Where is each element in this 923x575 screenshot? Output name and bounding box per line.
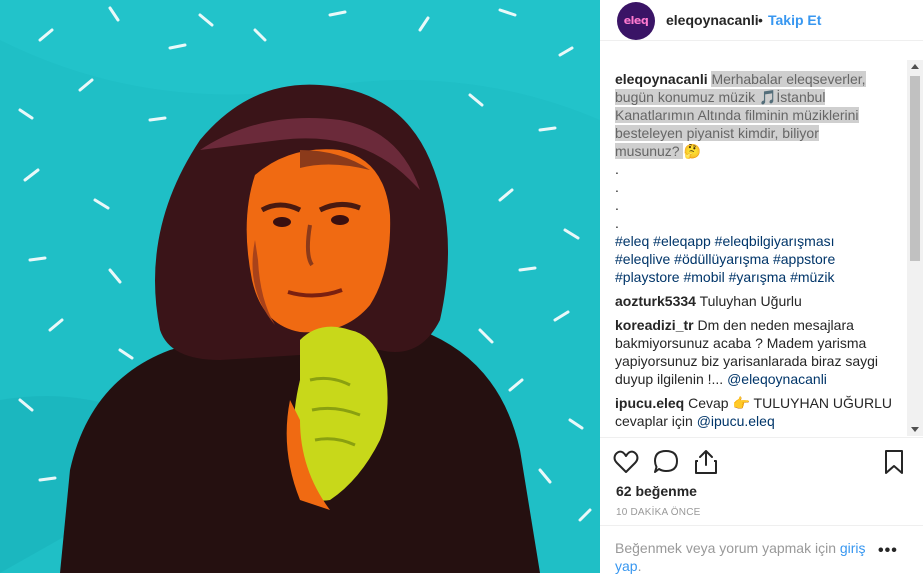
heart-icon[interactable]: [612, 448, 640, 476]
comments-list[interactable]: eleqoynacanli Merhabalar eleqseverler, b…: [615, 70, 905, 435]
login-prompt: Beğenmek veya yorum yapmak için giriş ya…: [615, 539, 875, 575]
caption-text-line1: Merhabalar eleqseverler,: [711, 71, 866, 87]
post-timestamp: 10 DAKİKA ÖNCE: [616, 507, 701, 518]
music-notes-icon: 🎵: [758, 89, 777, 105]
comments-scrollbar[interactable]: [907, 60, 923, 436]
hashtag-link[interactable]: #müzik: [790, 269, 834, 285]
comment-item: aozturk5334 Tuluyhan Uğurlu: [615, 292, 905, 310]
post-image[interactable]: [0, 0, 600, 573]
caption-text-line2: bugün konumuz müzik: [615, 89, 759, 105]
post-illustration: [0, 0, 600, 573]
hashtag-link[interactable]: #eleqbilgiyarışması: [715, 233, 835, 249]
more-options-icon[interactable]: •••: [878, 542, 898, 560]
hashtag-link[interactable]: #ödüllüyarışma: [674, 251, 769, 267]
avatar[interactable]: eleq: [617, 2, 655, 40]
caption-text-line5: musunuz?: [615, 143, 684, 159]
caption-dots: . . . .: [615, 160, 905, 232]
caption-username[interactable]: eleqoynacanli: [615, 71, 708, 87]
scrollbar-thumb[interactable]: [910, 76, 920, 261]
caption-dot: .: [615, 179, 619, 195]
login-prompt-period: .: [637, 558, 642, 574]
pointing-hand-icon: 👉: [732, 395, 750, 411]
hashtag-link[interactable]: #eleqlive: [615, 251, 670, 267]
scroll-up-arrow-icon[interactable]: [911, 64, 919, 69]
caption-text-line3: Kanatlarımın Altında filminin müziklerin…: [615, 107, 859, 123]
comment-username[interactable]: aozturk5334: [615, 293, 696, 309]
login-prompt-text: Beğenmek veya yorum yapmak için: [615, 540, 840, 556]
hashtag-link[interactable]: #appstore: [773, 251, 835, 267]
post-sidebar: eleq eleqoynacanli • Takip Et eleqoynaca…: [600, 0, 923, 574]
header-username[interactable]: eleqoynacanli: [666, 12, 759, 28]
follow-button[interactable]: Takip Et: [768, 12, 821, 28]
caption-text-line4: besteleyen piyanist kimdir, biliyor: [615, 125, 819, 141]
comment-username[interactable]: ipucu.eleq: [615, 395, 684, 411]
bookmark-icon[interactable]: [880, 448, 908, 476]
header-separator: •: [758, 12, 763, 28]
mention-link[interactable]: @ipucu.eleq: [697, 413, 775, 429]
caption-text-line2b: İstanbul: [776, 89, 826, 105]
likes-count[interactable]: 62 beğenme: [616, 483, 697, 499]
hashtag-link[interactable]: #yarışma: [729, 269, 787, 285]
scroll-down-arrow-icon[interactable]: [911, 427, 919, 432]
caption-dot: .: [615, 215, 619, 231]
comment-item: koreadizi_tr Dm den neden mesajlara bakm…: [615, 316, 905, 388]
caption-dot: .: [615, 161, 619, 177]
comment-text: Tuluyhan Uğurlu: [699, 293, 802, 309]
avatar-logo-text: eleq: [623, 14, 649, 27]
comment-username[interactable]: koreadizi_tr: [615, 317, 694, 333]
caption: eleqoynacanli Merhabalar eleqseverler, b…: [615, 70, 905, 286]
comment-footer: Beğenmek veya yorum yapmak için giriş ya…: [600, 525, 923, 574]
comment-text: Cevap: [688, 395, 733, 411]
action-bar: [600, 437, 923, 486]
comment-item: ipucu.eleq Cevap 👉 TULUYHAN UĞURLU cevap…: [615, 394, 905, 430]
caption-dot: .: [615, 197, 619, 213]
hashtag-link[interactable]: #eleqapp: [653, 233, 711, 249]
share-icon[interactable]: [692, 448, 720, 476]
thinking-face-icon: 🤔: [683, 143, 701, 159]
hashtag-link[interactable]: #eleq: [615, 233, 649, 249]
hashtag-link[interactable]: #playstore: [615, 269, 680, 285]
hashtag-link[interactable]: #mobil: [683, 269, 724, 285]
post-header: eleq eleqoynacanli • Takip Et: [600, 0, 923, 41]
comment-icon[interactable]: [652, 448, 680, 476]
mention-link[interactable]: @eleqoynacanli: [727, 371, 827, 387]
